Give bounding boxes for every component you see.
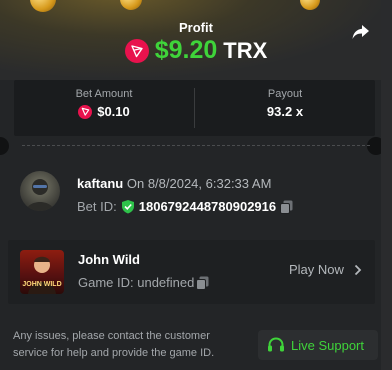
play-now-button[interactable]: Play Now (289, 262, 362, 277)
game-id-row: Game ID: undefined (78, 275, 209, 290)
trx-icon (78, 104, 93, 119)
profit-currency: TRX (223, 37, 268, 63)
payout-label: Payout (267, 88, 303, 100)
game-name: John Wild (78, 252, 140, 267)
live-support-button[interactable]: Live Support (258, 330, 378, 360)
play-now-label: Play Now (289, 262, 344, 277)
gold-coin-decoration (300, 0, 320, 10)
payout-value: 93.2 x (266, 104, 304, 119)
bet-amount-label: Bet Amount (75, 88, 133, 100)
username: kaftanu (77, 176, 124, 191)
user-line: kaftanu On 8/8/2024, 6:32:33 AM (77, 176, 271, 191)
share-arrow-icon (352, 25, 369, 39)
scrollbar[interactable] (381, 0, 392, 370)
chevron-right-icon (354, 264, 362, 275)
bet-date: On 8/8/2024, 6:32:33 AM (126, 176, 272, 191)
profit-amount: $9.20 (154, 36, 218, 64)
bet-amount-stat: Bet Amount $0.10 (14, 80, 194, 136)
bet-stats-box: Bet Amount $0.10 Payout 93.2 x (14, 80, 375, 136)
help-text: Any issues, please contact the customer … (13, 330, 215, 359)
live-support-label: Live Support (291, 337, 364, 353)
gold-coin-decoration (30, 0, 56, 12)
game-thumbnail-title: JOHN WILD (22, 281, 62, 288)
bet-details-card: Profit $9.20 TRX Bet Amount $0.10 Payout… (0, 0, 392, 370)
trx-icon (124, 38, 149, 63)
bet-id-label: Bet ID: (77, 199, 117, 214)
headset-icon (268, 336, 284, 351)
bet-amount-value: $0.10 (97, 104, 130, 119)
copy-icon[interactable] (280, 200, 293, 214)
bet-id-value: 1806792448780902916 (138, 199, 277, 214)
avatar (20, 171, 60, 211)
payout-stat: Payout 93.2 x (195, 80, 375, 136)
verified-shield-icon (121, 200, 134, 214)
dashed-divider (22, 145, 370, 146)
profit-header: Profit $9.20 TRX (0, 0, 392, 80)
game-id-label: Game ID: undefined (78, 275, 195, 290)
bet-amount-row: $0.10 (78, 104, 130, 119)
profit-row: $9.20 TRX (0, 36, 392, 65)
game-info-box: JOHN WILD John Wild Game ID: undefined P… (8, 240, 375, 304)
share-button[interactable] (351, 22, 371, 42)
copy-icon[interactable] (196, 276, 209, 290)
gold-coin-decoration (120, 0, 142, 10)
profit-title: Profit (179, 20, 213, 35)
bet-id-row: Bet ID: 1806792448780902916 (77, 199, 293, 214)
game-thumbnail[interactable]: JOHN WILD (20, 250, 64, 294)
ticket-notch-left (0, 137, 9, 155)
